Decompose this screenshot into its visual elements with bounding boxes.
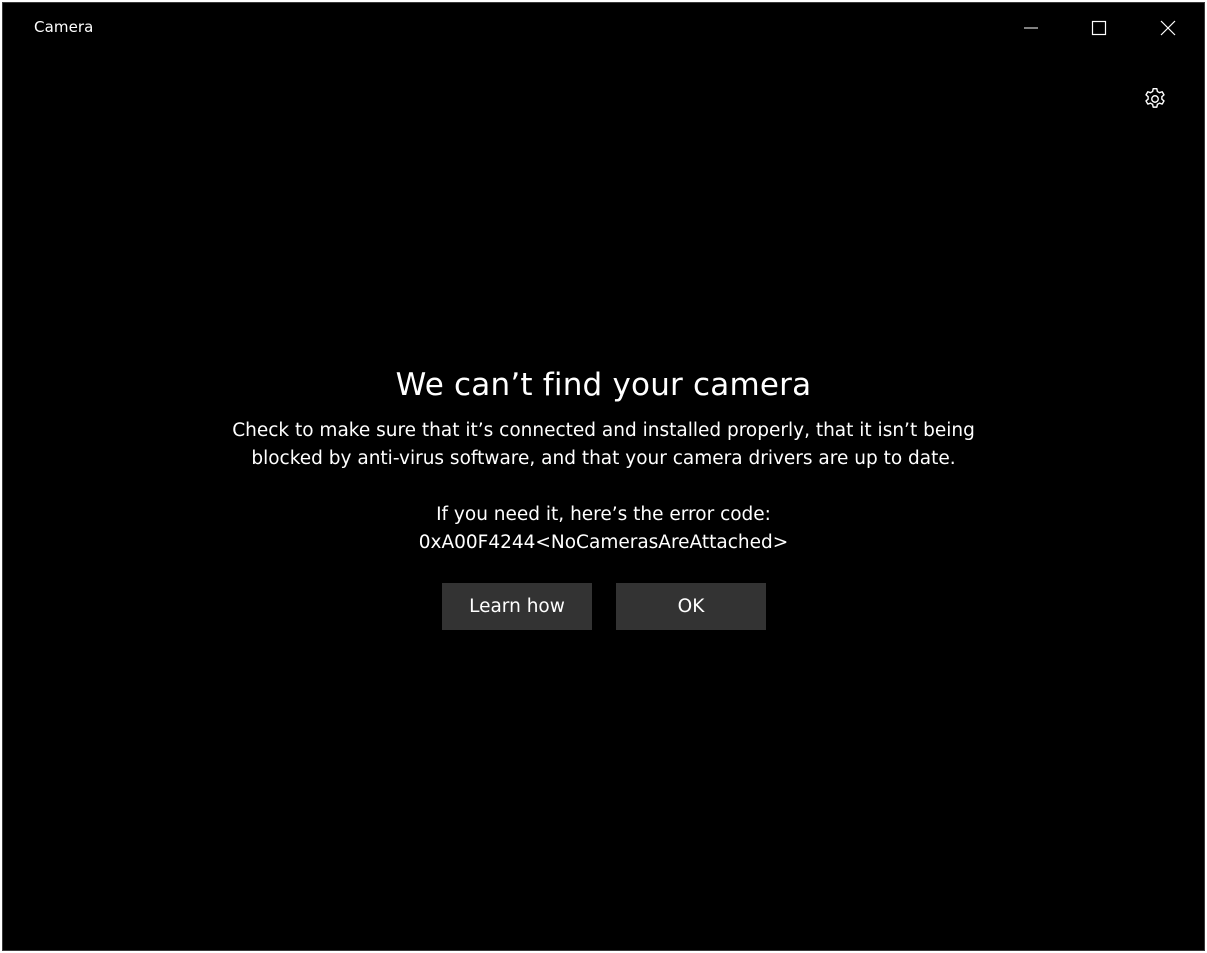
window-title: Camera: [34, 18, 94, 36]
error-code: 0xA00F4244<NoCamerasAreAttached>: [418, 532, 789, 553]
close-button[interactable]: [1134, 3, 1202, 53]
minimize-button[interactable]: [997, 3, 1065, 53]
error-heading: We can’t find your camera: [395, 367, 812, 403]
error-message: Check to make sure that it’s connected a…: [3, 417, 1204, 473]
error-message-line-2: blocked by anti-virus software, and that…: [251, 448, 956, 469]
minimize-icon: [1024, 27, 1038, 29]
settings-button[interactable]: [1139, 83, 1171, 115]
title-bar[interactable]: Camera: [3, 3, 1204, 53]
error-code-label: If you need it, here’s the error code:: [436, 504, 771, 525]
learn-how-button[interactable]: Learn how: [442, 583, 592, 630]
camera-app-window: Camera We can’t find your camera Check t…: [2, 2, 1205, 951]
maximize-button[interactable]: [1065, 3, 1133, 53]
action-buttons: Learn how OK: [442, 583, 766, 630]
error-message-line-1: Check to make sure that it’s connected a…: [232, 420, 975, 441]
gear-icon: [1145, 88, 1165, 108]
close-icon: [1160, 20, 1176, 36]
error-panel: We can’t find your camera Check to make …: [3, 363, 1204, 557]
ok-button[interactable]: OK: [616, 583, 766, 630]
maximize-icon: [1091, 20, 1107, 36]
